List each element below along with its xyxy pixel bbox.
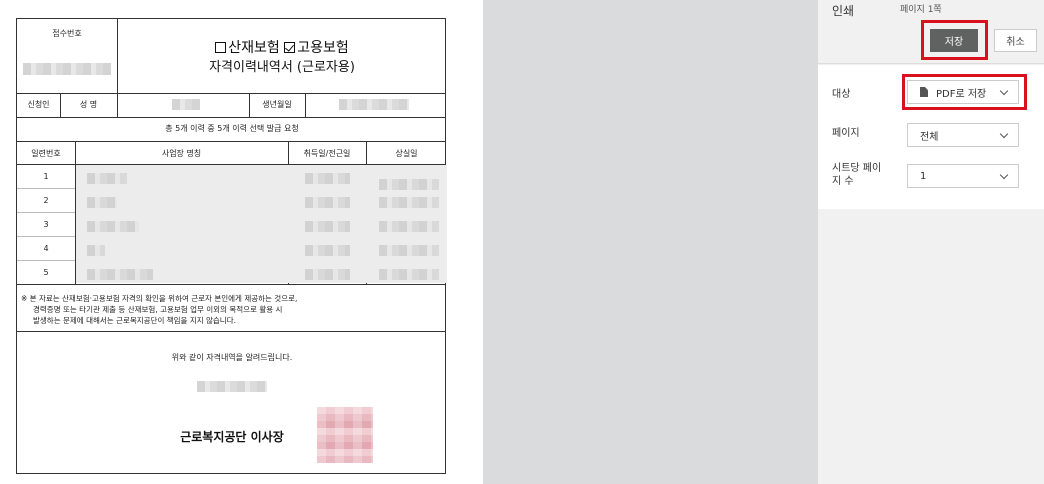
table-row: 2 xyxy=(43,196,49,205)
chevron-down-icon xyxy=(999,129,1009,139)
redacted-cell xyxy=(379,221,439,232)
print-title: 인쇄 xyxy=(832,4,855,18)
insurance-employment: 고용보험 xyxy=(297,40,349,56)
preview-background xyxy=(483,0,818,484)
redacted-cell xyxy=(379,179,439,190)
issuer-name: 근로복지공단 이사장 xyxy=(180,430,284,444)
redacted-cell xyxy=(379,269,439,280)
redacted-cell xyxy=(379,245,439,256)
redacted-cell xyxy=(305,245,350,256)
chevron-down-icon xyxy=(999,170,1009,180)
print-settings-panel: 인쇄 페이지 1쪽 저장 취소 대상 PDF로 저장 페이지 전체 시트당 페이… xyxy=(818,0,1044,484)
date-redacted xyxy=(197,381,267,392)
redacted-cell xyxy=(305,197,350,208)
col-acquired-date: 취득일/전근일 xyxy=(303,149,351,158)
note-line-1: ※ 본 자료는 산재보험·고용보험 자격의 확인을 위하여 근로자 본인에게 제… xyxy=(21,294,298,303)
redacted-cell xyxy=(305,269,350,280)
col-workplace: 사업장 명칭 xyxy=(161,149,202,158)
pages-select[interactable]: 전체 xyxy=(907,123,1019,147)
receipt-number-redacted xyxy=(23,63,111,75)
table-row: 1 xyxy=(43,172,49,181)
destination-value: PDF로 저장 xyxy=(936,88,987,100)
redacted-cell xyxy=(87,269,153,280)
document-icon xyxy=(920,87,928,97)
table-row: 3 xyxy=(43,220,49,229)
pages-per-sheet-value: 1 xyxy=(920,170,927,182)
col-serial: 일련번호 xyxy=(31,149,61,158)
chevron-down-icon xyxy=(999,86,1009,96)
birth-redacted xyxy=(339,99,409,110)
official-seal-image xyxy=(317,407,373,463)
print-header: 인쇄 페이지 1쪽 저장 취소 xyxy=(818,0,1044,64)
destination-select[interactable]: PDF로 저장 xyxy=(907,80,1019,104)
print-settings: 대상 PDF로 저장 페이지 전체 시트당 페이 지 수 1 xyxy=(818,65,1044,209)
table-row: 5 xyxy=(43,268,49,277)
birth-label: 생년월일 xyxy=(262,100,292,109)
cancel-button[interactable]: 취소 xyxy=(994,29,1037,52)
redacted-cell xyxy=(87,221,139,232)
redacted-cell xyxy=(305,221,350,232)
redacted-cell xyxy=(305,173,350,184)
redacted-cell xyxy=(87,245,105,256)
redacted-cell xyxy=(379,197,439,208)
notice-text: 위와 같이 자격내역을 알려드립니다. xyxy=(171,353,293,362)
insurance-type-line: 산재보험 고용보험 xyxy=(117,41,447,55)
checkbox-unchecked-icon xyxy=(215,42,227,53)
preview-scrollbar[interactable] xyxy=(466,0,483,484)
document-form: 접수번호 산재보험 고용보험 자격이력내역서 (근로자용) 신청인 성 명 생년… xyxy=(16,18,447,474)
col-lost-date: 상실일 xyxy=(395,149,418,158)
page-count: 페이지 1쪽 xyxy=(900,5,942,15)
insurance-industrial: 산재보험 xyxy=(228,40,280,56)
history-summary: 총 5개 이력 중 5개 이력 선택 발급 요청 xyxy=(165,124,299,133)
pages-label: 페이지 xyxy=(832,128,860,139)
name-redacted xyxy=(172,99,200,110)
preview-page: 접수번호 산재보험 고용보험 자격이력내역서 (근로자용) 신청인 성 명 생년… xyxy=(0,0,466,484)
panel-lower-area xyxy=(818,209,1044,484)
document-title: 자격이력내역서 (근로자용) xyxy=(209,60,355,75)
print-preview-area: 접수번호 산재보험 고용보험 자격이력내역서 (근로자용) 신청인 성 명 생년… xyxy=(0,0,818,484)
receipt-label: 접수번호 xyxy=(52,29,82,38)
applicant-label: 신청인 xyxy=(27,100,50,109)
redacted-cell xyxy=(87,173,127,184)
table-row: 4 xyxy=(43,244,49,253)
checkbox-checked-icon xyxy=(284,42,296,53)
save-button[interactable]: 저장 xyxy=(930,29,978,52)
name-label: 성 명 xyxy=(79,100,98,109)
pages-per-sheet-select[interactable]: 1 xyxy=(907,164,1019,188)
note-line-2: 경력증명 또는 타기관 제출 등 산재보험, 고용보험 업무 이외의 목적으로 … xyxy=(33,305,283,314)
note-line-3: 발생하는 문제에 대해서는 근로복지공단이 책임을 지지 않습니다. xyxy=(33,316,236,325)
redacted-cell xyxy=(87,197,117,208)
pages-per-sheet-label: 시트당 페이 지 수 xyxy=(832,163,882,187)
pages-value: 전체 xyxy=(920,131,939,143)
destination-label: 대상 xyxy=(832,89,851,100)
